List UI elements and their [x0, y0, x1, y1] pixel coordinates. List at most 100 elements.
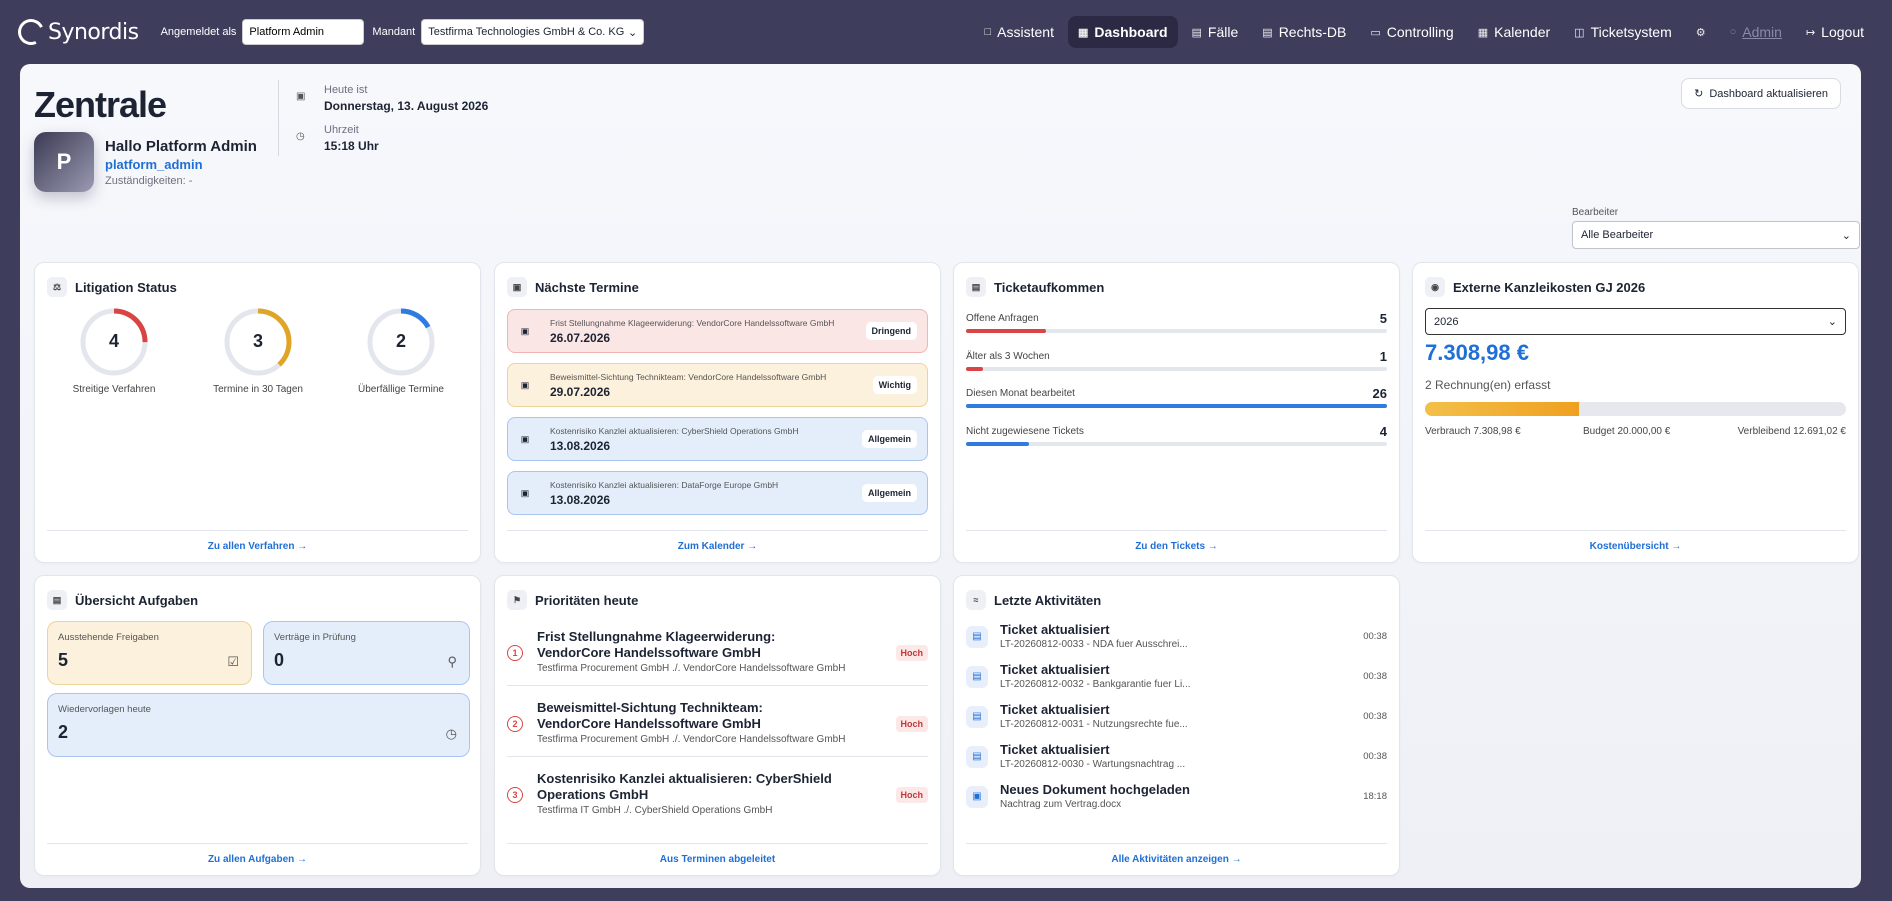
admin-link[interactable]: ○ Admin	[1720, 16, 1792, 48]
ticket-icon: ▤	[966, 626, 988, 648]
ticket-stat-value: 5	[1379, 311, 1387, 326]
target-icon: ◉	[1425, 277, 1445, 297]
cost-amount: 7.308,98 €	[1425, 340, 1529, 365]
card-header: ▣ Nächste Termine	[507, 277, 639, 297]
nav-controlling[interactable]: ▭ Controlling	[1360, 16, 1463, 48]
activity-time: 00:38	[1363, 631, 1387, 642]
appointment-text: Kostenrisiko Kanzlei aktualisieren: Data…	[550, 480, 779, 490]
priority-badge: Hoch	[895, 645, 928, 661]
contracts-in-review-tile[interactable]: Verträge in Prüfung 0 ⚲	[263, 621, 470, 685]
priority-badge: Dringend	[865, 322, 917, 340]
card-header: ◉ Externe Kanzleikosten GJ 2026	[1425, 277, 1645, 297]
activity-time: 00:38	[1363, 671, 1387, 682]
ticket-stat-bar	[966, 367, 1387, 371]
card-header: ▤ Ticketaufkommen	[966, 277, 1104, 297]
nav-rechts-db[interactable]: ▤ Rechts-DB	[1252, 16, 1356, 48]
nav-dashboard[interactable]: ▦ Dashboard	[1067, 16, 1178, 48]
editor-select[interactable]: Alle Bearbeiter ⌄	[1572, 221, 1860, 249]
settings-button[interactable]: ⚙	[1686, 18, 1716, 47]
all-tasks-link[interactable]: Zu allen Aufgaben →	[47, 843, 468, 865]
brand-name: Synordis	[48, 19, 139, 45]
ticket-icon: ◫	[1574, 26, 1585, 39]
recent-activities-card: ≈ Letzte Aktivitäten ▤ Ticket aktualisier…	[953, 575, 1400, 876]
nav-faelle[interactable]: ▤ Fälle	[1182, 16, 1249, 48]
activity-item[interactable]: ▤ Ticket aktualisiert LT-20260812-0033 -…	[966, 622, 1387, 656]
flag-icon: ⚑	[507, 590, 527, 610]
tasks-overview-card: ▤ Übersicht Aufgaben Ausstehende Freigabe…	[34, 575, 481, 876]
priority-number: 3	[507, 787, 523, 803]
priority-badge: Hoch	[895, 716, 928, 732]
nav-label: Controlling	[1386, 24, 1454, 40]
nav-kalender[interactable]: ▦ Kalender	[1468, 16, 1560, 48]
refresh-dashboard-button[interactable]: ↻ Dashboard aktualisieren	[1681, 78, 1841, 109]
card-header: ⚖ Litigation Status	[47, 277, 177, 297]
activity-title: Ticket aktualisiert	[1000, 662, 1110, 677]
ticket-stat-label: Älter als 3 Wochen	[966, 351, 1050, 362]
nav-label: Assistent	[997, 24, 1054, 40]
appointment-item[interactable]: ▣ Beweismittel-Sichtung Technikteam: Ven…	[507, 363, 928, 407]
activity-item[interactable]: ▣ Neues Dokument hochgeladen Nachtrag zu…	[966, 782, 1387, 816]
card-title: Prioritäten heute	[535, 592, 639, 608]
appointment-text: Kostenrisiko Kanzlei aktualisieren: Cybe…	[550, 426, 799, 436]
tenant-select-value: Testfirma Technologies GmbH & Co. KG	[428, 26, 625, 38]
logged-in-field[interactable]	[242, 19, 365, 45]
appointment-item[interactable]: ▣ Frist Stellungnahme Klageerwiderung: V…	[507, 309, 928, 353]
logout-icon: ↦	[1805, 26, 1816, 39]
activity-title: Neues Dokument hochgeladen	[1000, 782, 1190, 797]
calendar-link[interactable]: Zum Kalender →	[507, 530, 928, 552]
briefcase-icon: ▤	[1191, 26, 1202, 39]
gauge-label: Überfällige Termine	[358, 384, 444, 395]
card-title: Litigation Status	[75, 279, 177, 295]
tile-label: Verträge in Prüfung	[274, 632, 356, 643]
top-bar: Synordis Angemeldet als Mandant Testfirm…	[0, 0, 1892, 64]
cost-overview-link[interactable]: Kostenübersicht →	[1425, 530, 1846, 552]
nav-label: Ticketsystem	[1590, 24, 1672, 40]
nav-ticketsystem[interactable]: ◫ Ticketsystem	[1564, 16, 1682, 48]
invoice-count: 2 Rechnung(en) erfasst	[1425, 378, 1551, 392]
ticket-icon: ▤	[966, 666, 988, 688]
document-icon: ▣	[966, 786, 988, 808]
ticket-icon: ▤	[966, 746, 988, 768]
resubmissions-today-tile[interactable]: Wiedervorlagen heute 2 ◷	[47, 693, 470, 757]
activity-time: 00:38	[1363, 751, 1387, 762]
logout-button[interactable]: ↦ Logout	[1796, 16, 1874, 48]
all-proceedings-link[interactable]: Zu allen Verfahren →	[47, 530, 468, 552]
all-activities-link[interactable]: Alle Aktivitäten anzeigen →	[966, 843, 1387, 865]
main-content: Zentrale P Hallo Platform Admin platform…	[20, 64, 1861, 888]
ticket-stat-value: 26	[1372, 386, 1387, 401]
card-header: ▤ Übersicht Aufgaben	[47, 590, 198, 610]
activity-item[interactable]: ▤ Ticket aktualisiert LT-20260812-0031 -…	[966, 702, 1387, 736]
tile-label: Ausstehende Freigaben	[58, 632, 159, 643]
tickets-link[interactable]: Zu den Tickets →	[966, 530, 1387, 552]
card-title: Letzte Aktivitäten	[994, 592, 1102, 608]
priority-badge: Hoch	[895, 787, 928, 803]
activity-subtitle: LT-20260812-0033 - NDA fuer Ausschrei...	[1000, 639, 1188, 650]
year-select[interactable]: 2026 ⌄	[1425, 308, 1846, 335]
ticket-stat-row: Offene Anfragen 5	[966, 311, 1387, 343]
calendar-icon: ▣	[296, 91, 306, 102]
nav-assistent[interactable]: □ Assistent	[975, 16, 1064, 48]
chevron-down-icon: ⌄	[1827, 316, 1837, 328]
pending-approvals-tile[interactable]: Ausstehende Freigaben 5 ☑	[47, 621, 252, 685]
litigation-status-card: ⚖ Litigation Status 4 Streitige Verfahren…	[34, 262, 481, 563]
tenant-select[interactable]: Testfirma Technologies GmbH & Co. KG ⌄	[421, 19, 645, 45]
tile-value: 0	[274, 650, 285, 670]
activity-title: Ticket aktualisiert	[1000, 742, 1110, 757]
priority-title: Frist Stellungnahme Klageerwiderung: Ven…	[537, 629, 776, 660]
editor-label: Bearbeiter	[1572, 207, 1619, 218]
chat-icon: □	[984, 26, 992, 38]
activity-item[interactable]: ▤ Ticket aktualisiert LT-20260812-0032 -…	[966, 662, 1387, 696]
activity-subtitle: LT-20260812-0031 - Nutzungsrechte fue...	[1000, 719, 1188, 730]
appointment-text: Beweismittel-Sichtung Technikteam: Vendo…	[550, 372, 827, 382]
activity-item[interactable]: ▤ Ticket aktualisiert LT-20260812-0030 -…	[966, 742, 1387, 776]
ticket-stat-label: Offene Anfragen	[966, 313, 1039, 324]
activity-subtitle: Nachtrag zum Vertrag.docx	[1000, 799, 1122, 810]
responsibilities: Zuständigkeiten: -	[105, 175, 193, 187]
brand-logo[interactable]: Synordis	[14, 15, 139, 49]
appointment-item[interactable]: ▣ Kostenrisiko Kanzlei aktualisieren: Cy…	[507, 417, 928, 461]
tile-value: 2	[58, 722, 69, 742]
username-link[interactable]: platform_admin	[105, 157, 203, 172]
appointment-item[interactable]: ▣ Kostenrisiko Kanzlei aktualisieren: Da…	[507, 471, 928, 515]
ticket-stat-bar	[966, 404, 1387, 408]
derived-from-appointments-link[interactable]: Aus Terminen abgeleitet	[507, 843, 928, 865]
